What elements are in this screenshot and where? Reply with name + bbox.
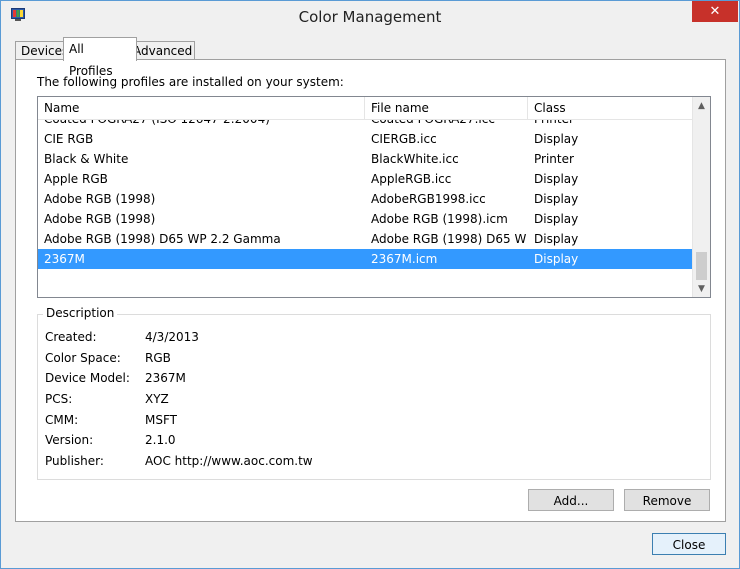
created-value: 4/3/2013: [145, 330, 199, 344]
list-row[interactable]: Adobe RGB (1998) D65 WP 2.2 Gamma Adobe …: [38, 229, 692, 249]
profiles-list[interactable]: Name File name Class Coated FOGRA27 (ISO…: [37, 96, 711, 298]
tab-all-profiles[interactable]: All Profiles: [63, 37, 137, 78]
pcs-value: XYZ: [145, 392, 169, 406]
tab-devices[interactable]: Devices: [15, 41, 68, 60]
version-label: Version:: [45, 433, 94, 447]
row-class: Display: [534, 132, 579, 146]
list-row[interactable]: Adobe RGB (1998) Adobe RGB (1998).icm Di…: [38, 209, 692, 229]
window-title: Color Management: [298, 8, 442, 26]
row-class: Printer: [528, 120, 684, 129]
close-icon: ✕: [709, 4, 721, 19]
row-class: Display: [534, 232, 579, 246]
row-name: Black & White: [44, 152, 129, 166]
title-bar: Color Management ✕: [1, 1, 739, 32]
description-groupbox: Description Created: 4/3/2013 Color Spac…: [37, 306, 711, 480]
color-space-label: Color Space:: [45, 351, 121, 365]
device-model-value: 2367M: [145, 371, 186, 385]
list-row[interactable]: Coated FOGRA27 (ISO 12647-2:2004) Coated…: [38, 120, 692, 129]
created-label: Created:: [45, 330, 97, 344]
scrollbar-thumb[interactable]: [696, 252, 707, 280]
list-row[interactable]: Apple RGB AppleRGB.icc Display: [38, 169, 692, 189]
vertical-scrollbar[interactable]: ▲ ▼: [692, 97, 710, 297]
scroll-up-arrow-icon[interactable]: ▲: [693, 97, 710, 114]
version-value: 2.1.0: [145, 433, 176, 447]
device-model-label: Device Model:: [45, 371, 130, 385]
row-name: Adobe RGB (1998) D65 WP 2.2 Gamma: [44, 232, 281, 246]
row-file-name: Adobe RGB (1998) D65 WP ...: [371, 232, 527, 246]
add-button[interactable]: Add...: [528, 489, 614, 511]
row-file-name: CIERGB.icc: [371, 132, 437, 146]
list-row-selected[interactable]: 2367M 2367M.icm Display: [38, 249, 692, 269]
row-class: Printer: [534, 152, 574, 166]
remove-button[interactable]: Remove: [624, 489, 710, 511]
pcs-label: PCS:: [45, 392, 73, 406]
row-name: Adobe RGB (1998): [44, 192, 156, 206]
close-window-button[interactable]: ✕: [692, 1, 738, 22]
color-management-window: Color Management ✕ Devices All Profiles …: [0, 0, 740, 569]
row-file-name: BlackWhite.icc: [371, 152, 459, 166]
cmm-value: MSFT: [145, 413, 177, 427]
column-header-file-name[interactable]: File name: [365, 97, 528, 119]
color-space-value: RGB: [145, 351, 171, 365]
row-class: Display: [534, 252, 579, 266]
row-name: 2367M: [44, 252, 85, 266]
row-file-name: AdobeRGB1998.icc: [371, 192, 486, 206]
row-class: Display: [534, 192, 579, 206]
publisher-value: AOC http://www.aoc.com.tw: [145, 454, 313, 468]
row-class: Display: [534, 172, 579, 186]
cmm-label: CMM:: [45, 413, 79, 427]
list-row[interactable]: CIE RGB CIERGB.icc Display: [38, 129, 692, 149]
row-file-name: Coated FOGRA27.icc: [365, 120, 527, 129]
column-header-name[interactable]: Name: [38, 97, 365, 119]
row-name: CIE RGB: [44, 132, 94, 146]
row-file-name: AppleRGB.icc: [371, 172, 452, 186]
tab-advanced[interactable]: Advanced: [127, 41, 195, 60]
row-file-name: Adobe RGB (1998).icm: [371, 212, 508, 226]
close-button[interactable]: Close: [652, 533, 726, 555]
column-header-class[interactable]: Class: [528, 97, 692, 119]
list-header: Name File name Class: [38, 97, 692, 120]
list-body: Coated FOGRA27 (ISO 12647-2:2004) Coated…: [38, 120, 692, 296]
row-class: Display: [534, 212, 579, 226]
row-file-name: 2367M.icm: [371, 252, 438, 266]
row-name: Adobe RGB (1998): [44, 212, 156, 226]
scroll-down-arrow-icon[interactable]: ▼: [693, 280, 710, 297]
row-name: Coated FOGRA27 (ISO 12647-2:2004): [38, 120, 364, 129]
all-profiles-tab-page: The following profiles are installed on …: [15, 59, 726, 522]
list-row[interactable]: Adobe RGB (1998) AdobeRGB1998.icc Displa…: [38, 189, 692, 209]
description-title: Description: [43, 306, 118, 320]
publisher-label: Publisher:: [45, 454, 104, 468]
list-row[interactable]: Black & White BlackWhite.icc Printer: [38, 149, 692, 169]
row-name: Apple RGB: [44, 172, 108, 186]
